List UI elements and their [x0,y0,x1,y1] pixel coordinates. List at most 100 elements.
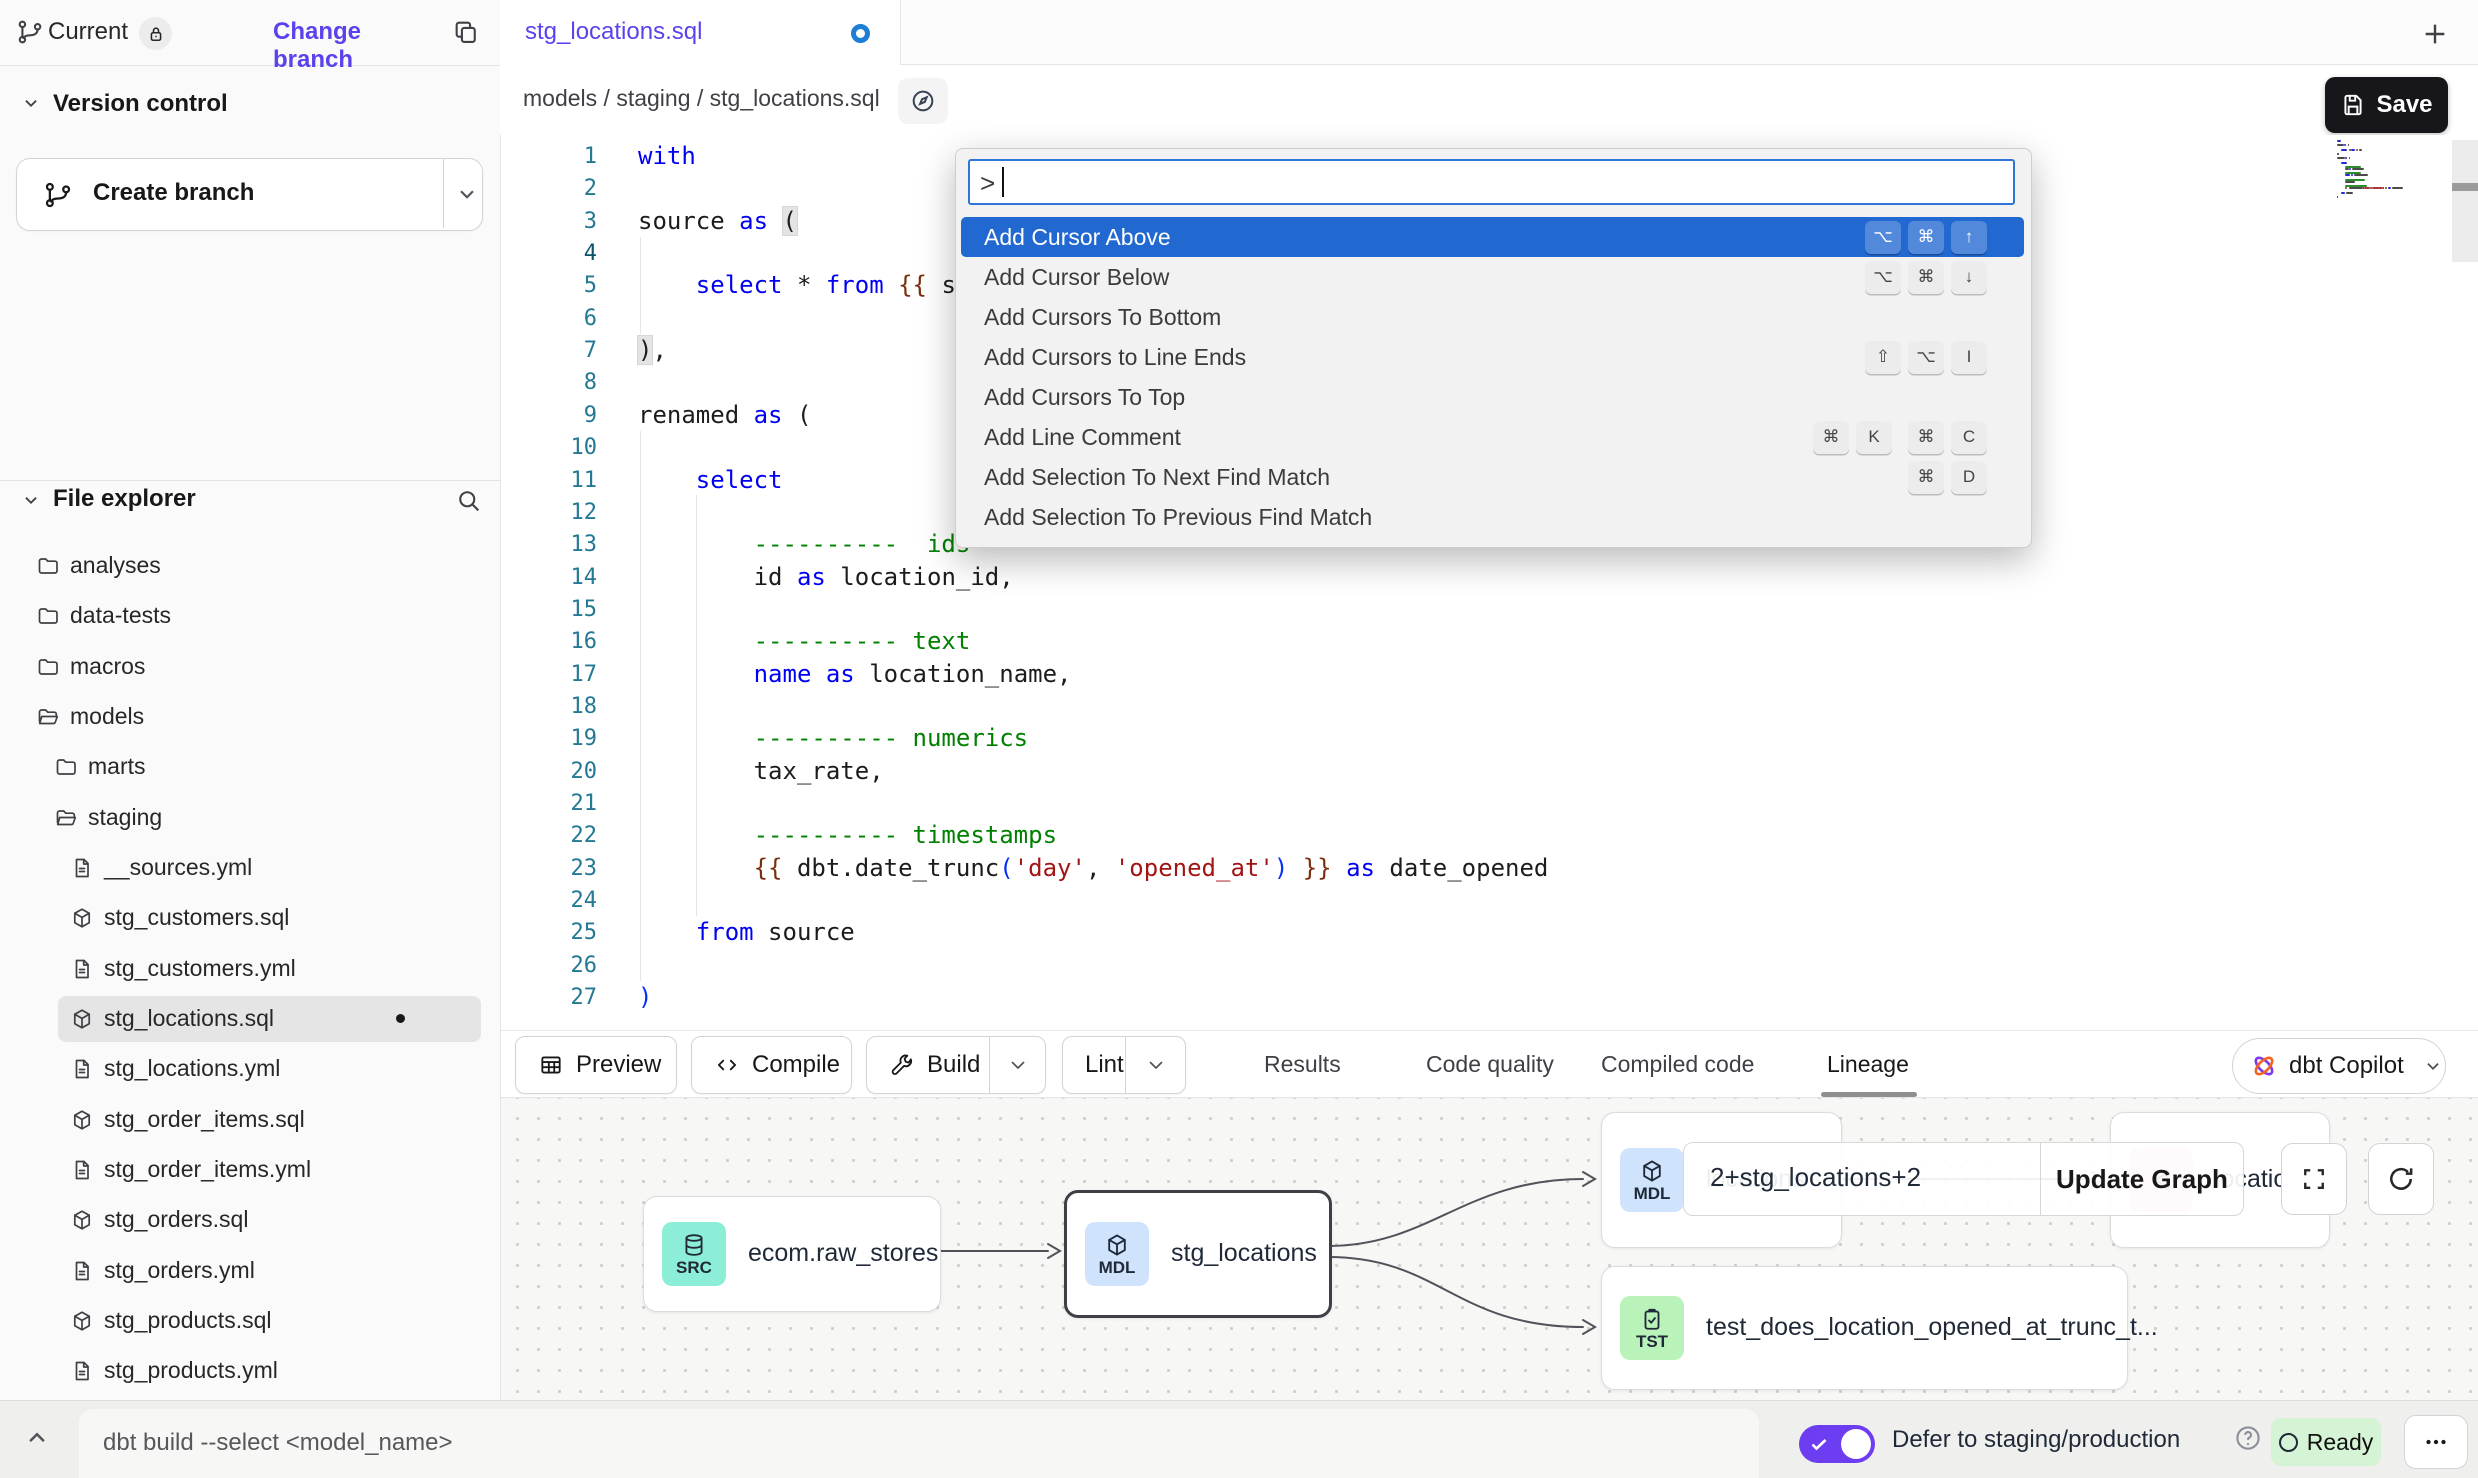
minimap-line [2356,149,2358,151]
file-row-staging[interactable]: staging [0,793,500,843]
chevron-down-icon[interactable] [454,181,480,207]
code-text: ---------- text [638,625,970,658]
new-tab-button[interactable] [2415,14,2455,54]
minimap-line [2351,174,2353,176]
file-row-stg_locations-sql[interactable]: stg_locations.sql [0,994,500,1044]
node-badge: MDL [1620,1148,1684,1212]
lineage-selector-input[interactable]: 2+stg_locations+2 [1683,1142,2041,1216]
tab-compiled-code[interactable]: Compiled code [1601,1051,1754,1078]
compass-icon[interactable] [898,78,948,124]
folder-open-icon [54,806,78,830]
line-number: 3 [501,205,597,238]
preview-button[interactable]: Preview [515,1036,677,1094]
file-row-stg_orders-yml[interactable]: stg_orders.yml [0,1246,500,1296]
command-item[interactable]: Add Cursors To Bottom [961,297,2024,337]
file-row-stg_products-yml[interactable]: stg_products.yml [0,1346,500,1396]
compile-button[interactable]: Compile [691,1036,852,1094]
file-row-analyses[interactable]: analyses [0,541,500,591]
file-name: stg_locations.sql [104,1005,274,1032]
lineage-node-stg_locations[interactable]: MDLstg_locations [1064,1190,1332,1318]
file-row-stg_products-sql[interactable]: stg_products.sql [0,1296,500,1346]
lineage-panel[interactable]: SRCecom.raw_storesMDLstg_locationsMDLloc… [501,1098,2478,1400]
command-item[interactable]: Add Line Comment⌘K⌘C [961,417,2024,457]
lineage-node-test_does_location_opened_at_trunc_t-[interactable]: TSTtest_does_location_opened_at_trunc_t.… [1601,1266,2128,1390]
file-row-data-tests[interactable]: data-tests [0,591,500,641]
code-text: ---------- numerics [638,722,1028,755]
line-number: 16 [501,625,597,658]
file-row-stg_customers-sql[interactable]: stg_customers.sql [0,893,500,943]
key-chip: ⌥ [1865,261,1901,294]
file-row-__sources-yml[interactable]: __sources.yml [0,843,500,893]
file-explorer-section-header[interactable]: File explorer [0,485,500,521]
key-chip: C [1951,421,1987,454]
tab-lineage[interactable]: Lineage [1827,1051,1909,1078]
lineage-node-ecom-raw_stores[interactable]: SRCecom.raw_stores [643,1196,941,1312]
more-options-button[interactable] [2404,1415,2468,1469]
file-row-marts[interactable]: marts [0,742,500,792]
file-row-stg_customers-yml[interactable]: stg_customers.yml [0,944,500,994]
line-number: 4 [501,237,597,270]
command-item-selected[interactable]: Add Cursor Above⌥⌘↑ [961,217,2024,257]
command-text: dbt build --select <model_name> [103,1429,453,1457]
shortcut-keys: ⌥⌘↓ [1865,261,1987,294]
file-name: stg_orders.sql [104,1206,248,1233]
refresh-button[interactable] [2368,1143,2434,1215]
minimap-line [2348,144,2349,146]
command-label: Add Cursor Below [984,264,1169,291]
line-number: 5 [501,269,597,302]
line-number: 25 [501,916,597,949]
file-row-stg_locations-yml[interactable]: stg_locations.yml [0,1044,500,1094]
copilot-label: dbt Copilot [2289,1052,2404,1080]
update-graph-button[interactable]: Update Graph [2041,1142,2244,1216]
command-input[interactable]: dbt build --select <model_name> [79,1409,1759,1478]
minimap-line [2352,168,2365,170]
fullscreen-button[interactable] [2281,1143,2347,1215]
command-item[interactable]: Add Cursors to Line Ends⇧⌥I [961,337,2024,377]
change-branch-link[interactable]: Change branch [273,18,433,74]
version-control-section-header[interactable]: Version control [0,90,500,126]
file-row-stg_order_items-sql[interactable]: stg_order_items.sql [0,1095,500,1145]
active-tab-underline [1821,1092,1917,1097]
tab-code-quality[interactable]: Code quality [1426,1051,1554,1078]
command-item[interactable]: Add Selection To Next Find Match⌘D [961,457,2024,497]
code-line: 20 tax_rate, [501,755,2401,788]
minimap-line [2345,174,2349,176]
command-item[interactable]: Add Cursors To Top [961,377,2024,417]
search-icon[interactable] [455,487,483,515]
file-name: stg_products.sql [104,1307,271,1334]
help-icon[interactable] [2233,1423,2263,1453]
file-row-models[interactable]: models [0,692,500,742]
breadcrumb[interactable]: models / staging / stg_locations.sql [523,85,880,112]
tab-stg-locations-sql[interactable]: stg_locations.sql [500,0,901,65]
file-explorer-title: File explorer [53,485,196,513]
command-palette-input[interactable]: > [968,159,2015,205]
command-label: Add Selection To Previous Find Match [984,504,1372,531]
line-number: 10 [501,431,597,464]
save-button[interactable]: Save [2325,77,2448,133]
file-row-stg_orders-sql[interactable]: stg_orders.sql [0,1195,500,1245]
code-icon [714,1052,740,1078]
scrollbar-thumb[interactable] [2452,140,2478,262]
copy-icon[interactable] [452,18,480,46]
dbt-copilot-button[interactable]: dbt Copilot [2232,1038,2446,1094]
minimap[interactable] [2337,140,2457,340]
minimap-line [2349,187,2364,189]
create-branch-button[interactable]: Create branch [16,158,483,231]
build-button[interactable]: Build [866,1036,1046,1094]
defer-toggle[interactable] [1799,1425,1875,1463]
command-item[interactable]: Add Cursor Below ⌥⌘↓ [961,257,2024,297]
status-ring-icon [2279,1433,2298,1452]
minimap-line [2385,187,2387,189]
chevron-down-icon[interactable] [1126,1053,1185,1077]
lint-button[interactable]: Lint [1062,1036,1186,1094]
line-number: 21 [501,787,597,820]
status-badge: Ready [2271,1418,2381,1466]
file-row-stg_order_items-yml[interactable]: stg_order_items.yml [0,1145,500,1195]
palette-query: > [980,168,995,199]
command-item[interactable]: Add Selection To Previous Find Match [961,497,2024,537]
code-line: 19 ---------- numerics [501,722,2401,755]
chevron-up-icon[interactable] [22,1423,52,1453]
file-row-macros[interactable]: macros [0,642,500,692]
tab-results[interactable]: Results [1264,1051,1341,1078]
chevron-down-icon[interactable] [990,1053,1045,1077]
